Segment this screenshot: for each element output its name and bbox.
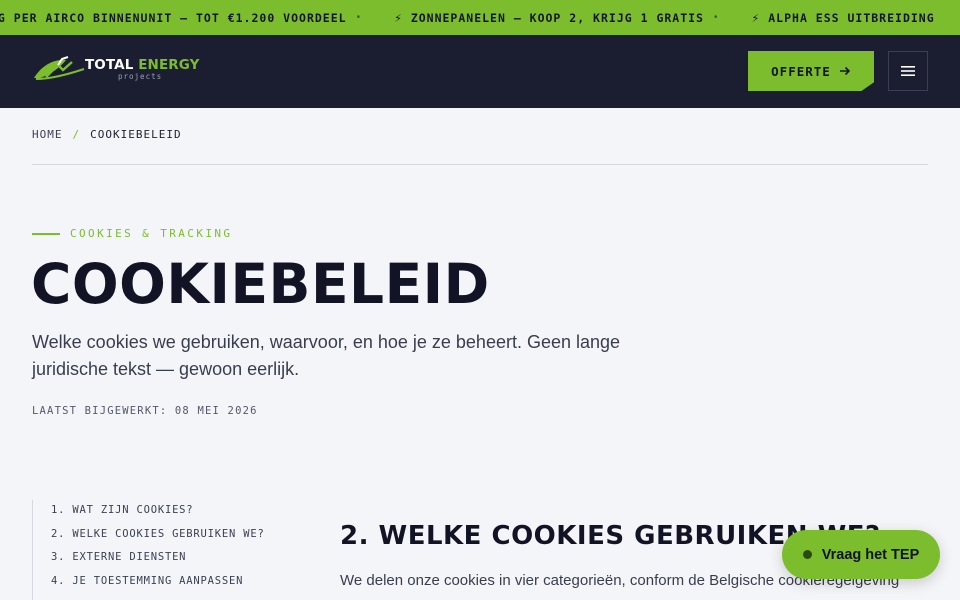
chat-button-label: Vraag het TEP <box>821 546 920 563</box>
logo-leaf-icon <box>34 56 85 80</box>
lead-paragraph: Welke cookies we gebruiken, waarvoor, en… <box>32 332 621 379</box>
logo-subtitle: projects <box>118 72 163 81</box>
breadcrumb-home-link[interactable]: HOME <box>32 128 63 141</box>
toc-item[interactable]: 3. EXTERNE DIENSTEN <box>51 549 292 573</box>
logo[interactable]: TOTAL ENERGY projects <box>32 51 199 83</box>
eyebrow: COOKIES & TRACKING <box>32 227 232 240</box>
online-status-icon <box>802 550 812 559</box>
lightning-icon: ⚡ <box>751 11 761 25</box>
logo-wordmark: TOTAL ENERGY <box>85 57 200 73</box>
breadcrumb-separator: / <box>72 128 81 141</box>
chat-button[interactable]: Vraag het TEP <box>782 530 940 579</box>
menu-button[interactable] <box>888 51 928 91</box>
lightning-icon: ⚡ <box>394 11 403 25</box>
ticker-item: NG PER AIRCO BINNENUNIT — TOT €1.200 VOO… <box>0 10 347 25</box>
toc-item[interactable]: 4. JE TOESTEMMING AANPASSEN <box>51 573 292 597</box>
page-title: COOKIEBELEID <box>31 252 490 316</box>
breadcrumb: HOME / COOKIEBELEID <box>32 128 182 141</box>
offerte-button-label: OFFERTE <box>771 63 831 79</box>
table-of-contents: 1. WAT ZIJN COOKIES? 2. WELKE COOKIES GE… <box>32 500 292 600</box>
toc-item[interactable]: 1. WAT ZIJN COOKIES? <box>51 502 292 526</box>
eyebrow-text: COOKIES & TRACKING <box>70 227 233 240</box>
ticker-separator: • <box>714 12 718 23</box>
ticker-track: NG PER AIRCO BINNENUNIT — TOT €1.200 VOO… <box>0 0 935 35</box>
toc-item[interactable]: 2. WELKE COOKIES GEBRUIKEN WE? <box>51 526 292 550</box>
divider <box>32 164 928 165</box>
breadcrumb-current: COOKIEBELEID <box>90 128 182 141</box>
arrow-right-icon <box>839 66 850 76</box>
offerte-button[interactable]: OFFERTE <box>748 51 874 91</box>
last-updated: LAATST BIJGEWERKT: 08 MEI 2026 <box>32 405 258 417</box>
promo-ticker: NG PER AIRCO BINNENUNIT — TOT €1.200 VOO… <box>0 0 960 35</box>
ticker-item: ⚡ ZONNEPANELEN — KOOP 2, KRIJG 1 GRATIS <box>394 10 704 25</box>
site-header: TOTAL ENERGY projects OFFERTE <box>0 35 960 108</box>
ticker-separator: • <box>356 12 361 23</box>
eyebrow-line <box>32 232 60 235</box>
hamburger-menu-icon <box>901 66 915 76</box>
ticker-item: ⚡ ALPHA ESS UITBREIDING <box>751 10 935 25</box>
